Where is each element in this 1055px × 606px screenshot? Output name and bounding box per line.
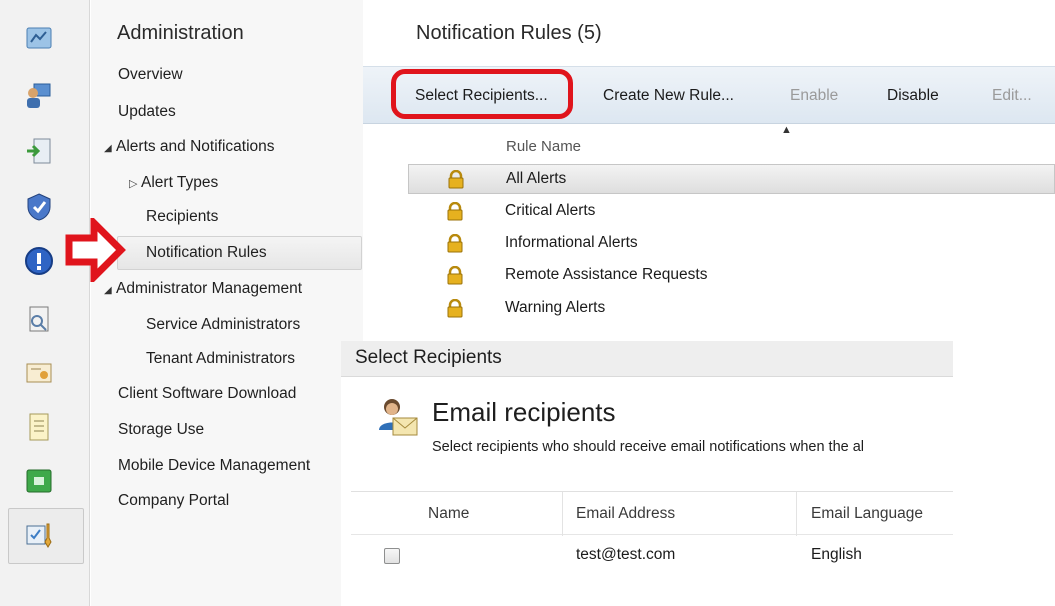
column-header-email-language[interactable]: Email Language bbox=[811, 505, 923, 523]
page-title: Notification Rules (5) bbox=[416, 22, 602, 44]
nav-item-recipients[interactable]: Recipients bbox=[146, 208, 218, 226]
nav-item-label: Overview bbox=[118, 66, 183, 83]
policy-icon[interactable] bbox=[24, 192, 54, 222]
nav-item-notification-rules[interactable]: Notification Rules bbox=[117, 236, 362, 270]
create-new-rule-button[interactable]: Create New Rule... bbox=[603, 87, 734, 105]
lock-icon bbox=[446, 201, 464, 221]
nav-item-tenant-administrators[interactable]: Tenant Administrators bbox=[146, 350, 295, 368]
nav-item-label: Tenant Administrators bbox=[146, 350, 296, 367]
sort-ascending-icon: ▲ bbox=[781, 124, 792, 136]
nav-item-label: Service Administrators bbox=[146, 316, 301, 333]
expanded-triangle-icon[interactable]: ◢ bbox=[104, 285, 116, 296]
table-row[interactable]: All Alerts bbox=[408, 164, 1055, 194]
nav-item-label: Updates bbox=[118, 103, 176, 120]
nav-item-label: Alert Types bbox=[141, 174, 219, 191]
lock-icon bbox=[446, 233, 464, 253]
dialog-title: Select Recipients bbox=[355, 347, 502, 368]
column-header-email-address[interactable]: Email Address bbox=[576, 505, 675, 523]
nav-item-alert-types[interactable]: ▷ Alert Types bbox=[129, 174, 218, 192]
table-row[interactable]: Critical Alerts bbox=[408, 197, 1055, 227]
dialog-subtitle: Select recipients who should receive ema… bbox=[432, 439, 865, 455]
nav-item-label: Mobile Device Management bbox=[118, 457, 311, 474]
administration-icon[interactable] bbox=[24, 520, 54, 550]
overview-icon[interactable] bbox=[24, 24, 54, 54]
nav-item-company-portal[interactable]: Company Portal bbox=[118, 492, 229, 510]
nav-item-administrator-management[interactable]: ◢ Administrator Management bbox=[104, 280, 302, 298]
table-row[interactable]: Informational Alerts bbox=[408, 229, 1055, 259]
column-header-name[interactable]: Name bbox=[428, 505, 469, 523]
nav-item-label: Administrator Management bbox=[116, 280, 303, 297]
enable-button[interactable]: Enable bbox=[790, 87, 838, 105]
nav-item-label: Alerts and Notifications bbox=[116, 138, 275, 155]
nav-item-overview[interactable]: Overview bbox=[118, 66, 183, 84]
rule-name: Informational Alerts bbox=[505, 234, 638, 251]
recipient-email: test@test.com bbox=[576, 546, 676, 563]
rule-name: All Alerts bbox=[506, 170, 567, 187]
licenses-icon[interactable] bbox=[24, 358, 54, 388]
nav-item-updates[interactable]: Updates bbox=[118, 103, 176, 121]
navigation-pane: Administration Overview Updates ◢ Alerts … bbox=[91, 0, 363, 606]
dialog-heading: Email recipients bbox=[432, 397, 616, 427]
column-header-rule-name[interactable]: Rule Name bbox=[506, 138, 581, 155]
nav-item-service-administrators[interactable]: Service Administrators bbox=[146, 316, 300, 334]
table-row[interactable]: Remote Assistance Requests bbox=[408, 261, 1055, 291]
nav-item-mobile-device-management[interactable]: Mobile Device Management bbox=[118, 457, 310, 475]
lock-icon bbox=[447, 169, 465, 189]
rule-name: Critical Alerts bbox=[505, 202, 596, 219]
nav-title: Administration bbox=[117, 22, 244, 44]
table-row[interactable]: test@test.com English bbox=[351, 539, 953, 573]
rule-name: Warning Alerts bbox=[505, 299, 606, 316]
nav-item-label: Recipients bbox=[146, 208, 219, 225]
edit-button[interactable]: Edit... bbox=[992, 87, 1032, 105]
expanded-triangle-icon[interactable]: ◢ bbox=[104, 143, 116, 154]
email-recipients-icon bbox=[375, 396, 421, 442]
lock-icon bbox=[446, 265, 464, 285]
select-recipients-highlight bbox=[391, 69, 573, 119]
nav-item-client-software-download[interactable]: Client Software Download bbox=[118, 385, 296, 403]
workspace-rail bbox=[0, 0, 90, 606]
column-divider bbox=[562, 492, 563, 536]
dialog-titlebar: Select Recipients bbox=[341, 341, 953, 377]
nav-item-label: Notification Rules bbox=[146, 244, 267, 261]
recipient-language: English bbox=[811, 546, 862, 563]
rule-name: Remote Assistance Requests bbox=[505, 266, 708, 283]
nav-item-label: Company Portal bbox=[118, 492, 230, 509]
nav-item-label: Storage Use bbox=[118, 421, 205, 438]
disable-button[interactable]: Disable bbox=[887, 87, 939, 105]
select-recipients-dialog: Select Recipients Email recipients Selec… bbox=[341, 341, 953, 606]
storage-icon[interactable] bbox=[24, 466, 54, 496]
notes-icon[interactable] bbox=[24, 412, 54, 442]
alerts-icon[interactable] bbox=[24, 246, 54, 276]
lock-icon bbox=[446, 298, 464, 318]
collapsed-triangle-icon[interactable]: ▷ bbox=[129, 177, 141, 190]
column-divider bbox=[796, 492, 797, 536]
table-row[interactable]: Warning Alerts bbox=[408, 294, 1055, 324]
recipients-grid-header: Name Email Address Email Language bbox=[351, 491, 953, 536]
annotation-arrow-icon bbox=[64, 214, 126, 286]
nav-item-label: Client Software Download bbox=[118, 385, 297, 402]
nav-item-storage-use[interactable]: Storage Use bbox=[118, 421, 204, 439]
groups-icon[interactable] bbox=[24, 80, 54, 110]
reports-icon[interactable] bbox=[24, 304, 54, 334]
software-icon[interactable] bbox=[24, 136, 54, 166]
recipient-checkbox[interactable] bbox=[384, 548, 400, 564]
nav-item-alerts-and-notifications[interactable]: ◢ Alerts and Notifications bbox=[104, 138, 275, 156]
